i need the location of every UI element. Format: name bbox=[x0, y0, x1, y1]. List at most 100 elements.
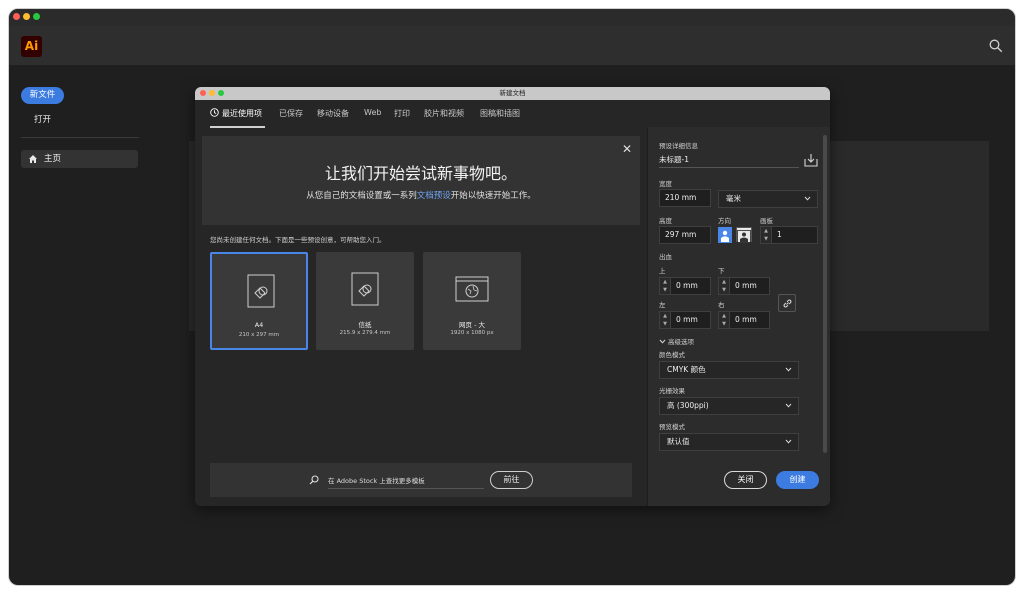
preset-size: 210 x 297 mm bbox=[238, 332, 280, 338]
stepper-arrows-icon[interactable]: ▲ ▼ bbox=[660, 278, 671, 294]
chevron-down-icon bbox=[785, 367, 792, 372]
welcome-banner: 让我们开始尝试新事物吧。 从您自己的文档设置或一系列文档预设开始以快速开始工作。 bbox=[202, 136, 640, 225]
bleed-left-label: 左 bbox=[659, 301, 666, 309]
document-icon bbox=[247, 274, 275, 308]
dialog-title: 新建文档 bbox=[499, 89, 526, 97]
bleed-right-stepper[interactable]: ▲ ▼ 0 mm bbox=[718, 311, 770, 329]
close-button[interactable]: 关闭 bbox=[724, 471, 767, 489]
preset-web-large[interactable]: 网页 - 大 1920 x 1080 px bbox=[423, 252, 521, 350]
close-banner-icon[interactable]: ✕ bbox=[622, 142, 632, 156]
portrait-icon bbox=[721, 230, 729, 242]
open-button[interactable]: 打开 bbox=[34, 113, 51, 125]
raster-effects-select[interactable]: 高 (300ppi) bbox=[659, 397, 799, 415]
color-mode-select[interactable]: CMYK 颜色 bbox=[659, 361, 799, 379]
sidebar-item-home[interactable]: 主页 bbox=[21, 150, 138, 168]
chevron-down-icon bbox=[785, 439, 792, 444]
preset-name: 网页 - 大 bbox=[459, 321, 485, 329]
tab-print[interactable]: 打印 bbox=[394, 108, 410, 119]
artboards-stepper[interactable]: ▲ ▼ 1 bbox=[760, 226, 818, 244]
bleed-bottom-label: 下 bbox=[718, 267, 725, 275]
new-file-button[interactable]: 新文件 bbox=[21, 87, 64, 104]
stepper-arrows-icon[interactable]: ▲ ▼ bbox=[719, 278, 730, 294]
document-presets-link[interactable]: 文档预设 bbox=[417, 191, 451, 201]
bleed-right-label: 右 bbox=[718, 301, 725, 309]
preset-name: A4 bbox=[254, 321, 264, 329]
welcome-subtitle: 从您自己的文档设置或一系列文档预设开始以快速开始工作。 bbox=[306, 191, 536, 201]
document-name-input[interactable]: 未标题-1 bbox=[659, 152, 799, 168]
tab-film-video[interactable]: 胶片和视频 bbox=[424, 108, 464, 119]
bleed-label: 出血 bbox=[659, 253, 672, 261]
orientation-label: 方向 bbox=[718, 217, 731, 225]
go-button[interactable]: 前往 bbox=[490, 471, 533, 489]
tab-mobile[interactable]: 移动设备 bbox=[317, 108, 349, 119]
dialog-close-dot[interactable] bbox=[200, 90, 206, 96]
raster-effects-label: 光栅效果 bbox=[659, 387, 685, 395]
bleed-bottom-stepper[interactable]: ▲ ▼ 0 mm bbox=[718, 277, 770, 295]
sidebar-item-label: 主页 bbox=[44, 154, 62, 164]
preset-a4[interactable]: A4 210 x 297 mm bbox=[210, 252, 308, 350]
landscape-icon bbox=[737, 230, 751, 243]
clock-icon bbox=[210, 108, 219, 117]
chevron-down-icon bbox=[785, 403, 792, 408]
preset-size: 1920 x 1080 px bbox=[450, 330, 494, 336]
preset-letter[interactable]: 信纸 215.9 x 279.4 mm bbox=[316, 252, 414, 350]
search-icon[interactable] bbox=[989, 38, 1005, 54]
web-page-icon bbox=[455, 276, 489, 302]
dialog-zoom-dot[interactable] bbox=[218, 90, 224, 96]
height-input[interactable]: 297 mm bbox=[659, 226, 711, 244]
chevron-down-icon bbox=[804, 196, 811, 201]
presets-info-text: 您尚未创建任何文档。下面是一些预设创意，可帮助您入门。 bbox=[210, 236, 386, 244]
width-input[interactable]: 210 mm bbox=[659, 189, 711, 207]
details-scrollbar[interactable] bbox=[823, 135, 827, 453]
bleed-top-stepper[interactable]: ▲ ▼ 0 mm bbox=[659, 277, 711, 295]
minimize-window-button[interactable] bbox=[23, 13, 30, 20]
window-titlebar bbox=[9, 9, 1015, 26]
color-mode-label: 颜色模式 bbox=[659, 351, 685, 359]
close-window-button[interactable] bbox=[13, 13, 20, 20]
search-icon bbox=[309, 475, 319, 485]
sidebar-divider bbox=[21, 137, 139, 138]
zoom-window-button[interactable] bbox=[33, 13, 40, 20]
new-document-dialog: 新建文档 最近使用项 已保存 移动设备 Web 打印 胶片和视频 图稿和插图 让… bbox=[195, 87, 830, 506]
chevron-down-icon bbox=[659, 339, 666, 344]
unit-select[interactable]: 毫米 bbox=[718, 190, 818, 208]
preview-mode-label: 预览模式 bbox=[659, 423, 685, 431]
stock-search-underline bbox=[328, 488, 484, 489]
dialog-titlebar: 新建文档 bbox=[195, 87, 830, 100]
preset-name: 信纸 bbox=[358, 321, 372, 329]
save-preset-icon[interactable] bbox=[804, 153, 818, 167]
tab-web[interactable]: Web bbox=[364, 108, 381, 117]
home-icon bbox=[29, 155, 37, 163]
adobe-stock-bar: 在 Adobe Stock 上查找更多模板 前往 bbox=[210, 463, 632, 497]
landscape-orientation-button[interactable] bbox=[736, 227, 752, 243]
preset-details-heading: 预设详细信息 bbox=[659, 142, 698, 150]
illustrator-logo: Ai bbox=[21, 36, 42, 57]
stepper-arrows-icon[interactable]: ▲ ▼ bbox=[660, 312, 671, 328]
preview-mode-select[interactable]: 默认值 bbox=[659, 433, 799, 451]
stock-search-text[interactable]: 在 Adobe Stock 上查找更多模板 bbox=[328, 475, 425, 485]
preset-tabs: 最近使用项 已保存 移动设备 Web 打印 胶片和视频 图稿和插图 bbox=[195, 100, 830, 128]
artboards-label: 画板 bbox=[760, 217, 773, 225]
width-label: 宽度 bbox=[659, 180, 672, 188]
active-tab-indicator bbox=[210, 126, 265, 128]
create-button[interactable]: 创建 bbox=[776, 471, 819, 489]
bleed-left-stepper[interactable]: ▲ ▼ 0 mm bbox=[659, 311, 711, 329]
dialog-minimize-dot[interactable] bbox=[209, 90, 215, 96]
document-icon bbox=[351, 272, 379, 306]
home-sidebar: 新文件 打开 主页 bbox=[9, 65, 151, 585]
height-label: 高度 bbox=[659, 217, 672, 225]
preset-details-panel: 预设详细信息 未标题-1 宽度 210 mm 毫米 高度 方向 画板 297 m… bbox=[647, 127, 830, 506]
tab-art-illustration[interactable]: 图稿和插图 bbox=[480, 108, 520, 119]
portrait-orientation-button[interactable] bbox=[718, 227, 732, 243]
advanced-options-toggle[interactable]: 高级选项 bbox=[659, 336, 694, 346]
preset-size: 215.9 x 279.4 mm bbox=[339, 330, 391, 336]
stepper-arrows-icon[interactable]: ▲ ▼ bbox=[719, 312, 730, 328]
tab-recent[interactable]: 最近使用项 bbox=[210, 108, 262, 119]
link-icon bbox=[783, 299, 792, 308]
welcome-title: 让我们开始尝试新事物吧。 bbox=[324, 164, 517, 183]
tab-saved[interactable]: 已保存 bbox=[279, 108, 303, 119]
app-header: Ai bbox=[9, 26, 1015, 65]
link-bleed-button[interactable] bbox=[778, 294, 796, 312]
stepper-arrows-icon[interactable]: ▲ ▼ bbox=[761, 227, 772, 243]
bleed-top-label: 上 bbox=[659, 267, 666, 275]
